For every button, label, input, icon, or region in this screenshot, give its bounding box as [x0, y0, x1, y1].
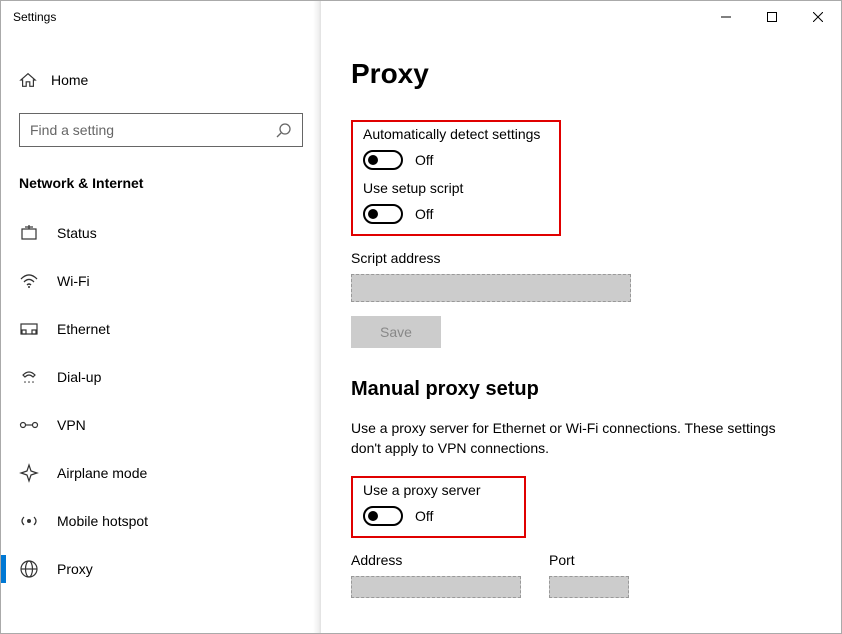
sidebar-item-status[interactable]: Status [1, 209, 321, 257]
address-input [351, 576, 521, 598]
use-proxy-state: Off [415, 508, 433, 524]
auto-detect-label: Automatically detect settings [363, 126, 549, 142]
maximize-button[interactable] [749, 1, 795, 33]
proxy-icon [19, 559, 39, 579]
highlight-box-manual: Use a proxy server Off [351, 476, 526, 538]
port-input [549, 576, 629, 598]
save-button[interactable]: Save [351, 316, 441, 348]
close-button[interactable] [795, 1, 841, 33]
setup-script-toggle[interactable] [363, 204, 403, 224]
nav-home-label: Home [51, 72, 88, 88]
sidebar-item-dialup[interactable]: Dial-up [1, 353, 321, 401]
toggle-knob [368, 209, 378, 219]
search-box[interactable] [19, 113, 303, 147]
home-icon [19, 71, 37, 89]
setup-script-label: Use setup script [363, 180, 549, 196]
highlight-box-auto: Automatically detect settings Off Use se… [351, 120, 561, 236]
window-controls [703, 1, 841, 33]
setup-script-state: Off [415, 206, 433, 222]
sidebar-item-label: Ethernet [57, 321, 110, 337]
sidebar-section-title: Network & Internet [1, 167, 321, 209]
minimize-button[interactable] [703, 1, 749, 33]
status-icon [19, 223, 39, 243]
hotspot-icon [19, 511, 39, 531]
sidebar-item-label: Airplane mode [57, 465, 147, 481]
window-title: Settings [13, 10, 56, 24]
sidebar-item-wifi[interactable]: Wi-Fi [1, 257, 321, 305]
wifi-icon [19, 271, 39, 291]
sidebar-item-label: Dial-up [57, 369, 101, 385]
sidebar-item-label: Wi-Fi [57, 273, 90, 289]
port-label: Port [549, 552, 629, 568]
sidebar-item-label: Proxy [57, 561, 93, 577]
auto-detect-state: Off [415, 152, 433, 168]
sidebar-item-label: Status [57, 225, 97, 241]
sidebar-item-proxy[interactable]: Proxy [1, 545, 321, 593]
use-proxy-toggle[interactable] [363, 506, 403, 526]
search-icon [276, 122, 292, 138]
search-input[interactable] [30, 122, 276, 138]
sidebar-item-ethernet[interactable]: Ethernet [1, 305, 321, 353]
close-icon [813, 12, 823, 22]
vpn-icon [19, 415, 39, 435]
toggle-knob [368, 511, 378, 521]
sidebar-item-label: Mobile hotspot [57, 513, 148, 529]
dialup-icon [19, 367, 39, 387]
script-address-label: Script address [351, 250, 811, 266]
sidebar-item-hotspot[interactable]: Mobile hotspot [1, 497, 321, 545]
sidebar-item-airplane[interactable]: Airplane mode [1, 449, 321, 497]
address-label: Address [351, 552, 521, 568]
titlebar: Settings [1, 1, 841, 33]
sidebar: Home Network & Internet Status Wi-Fi Eth… [1, 33, 321, 633]
minimize-icon [721, 12, 731, 22]
nav-home[interactable]: Home [1, 63, 321, 97]
maximize-icon [767, 12, 777, 22]
page-title: Proxy [351, 58, 811, 90]
use-proxy-label: Use a proxy server [363, 482, 514, 498]
auto-detect-toggle[interactable] [363, 150, 403, 170]
ethernet-icon [19, 319, 39, 339]
manual-description: Use a proxy server for Ethernet or Wi-Fi… [351, 419, 791, 458]
content: Proxy Automatically detect settings Off … [321, 33, 841, 633]
sidebar-item-label: VPN [57, 417, 86, 433]
sidebar-item-vpn[interactable]: VPN [1, 401, 321, 449]
airplane-icon [19, 463, 39, 483]
script-address-input [351, 274, 631, 302]
manual-heading: Manual proxy setup [351, 378, 811, 401]
toggle-knob [368, 155, 378, 165]
